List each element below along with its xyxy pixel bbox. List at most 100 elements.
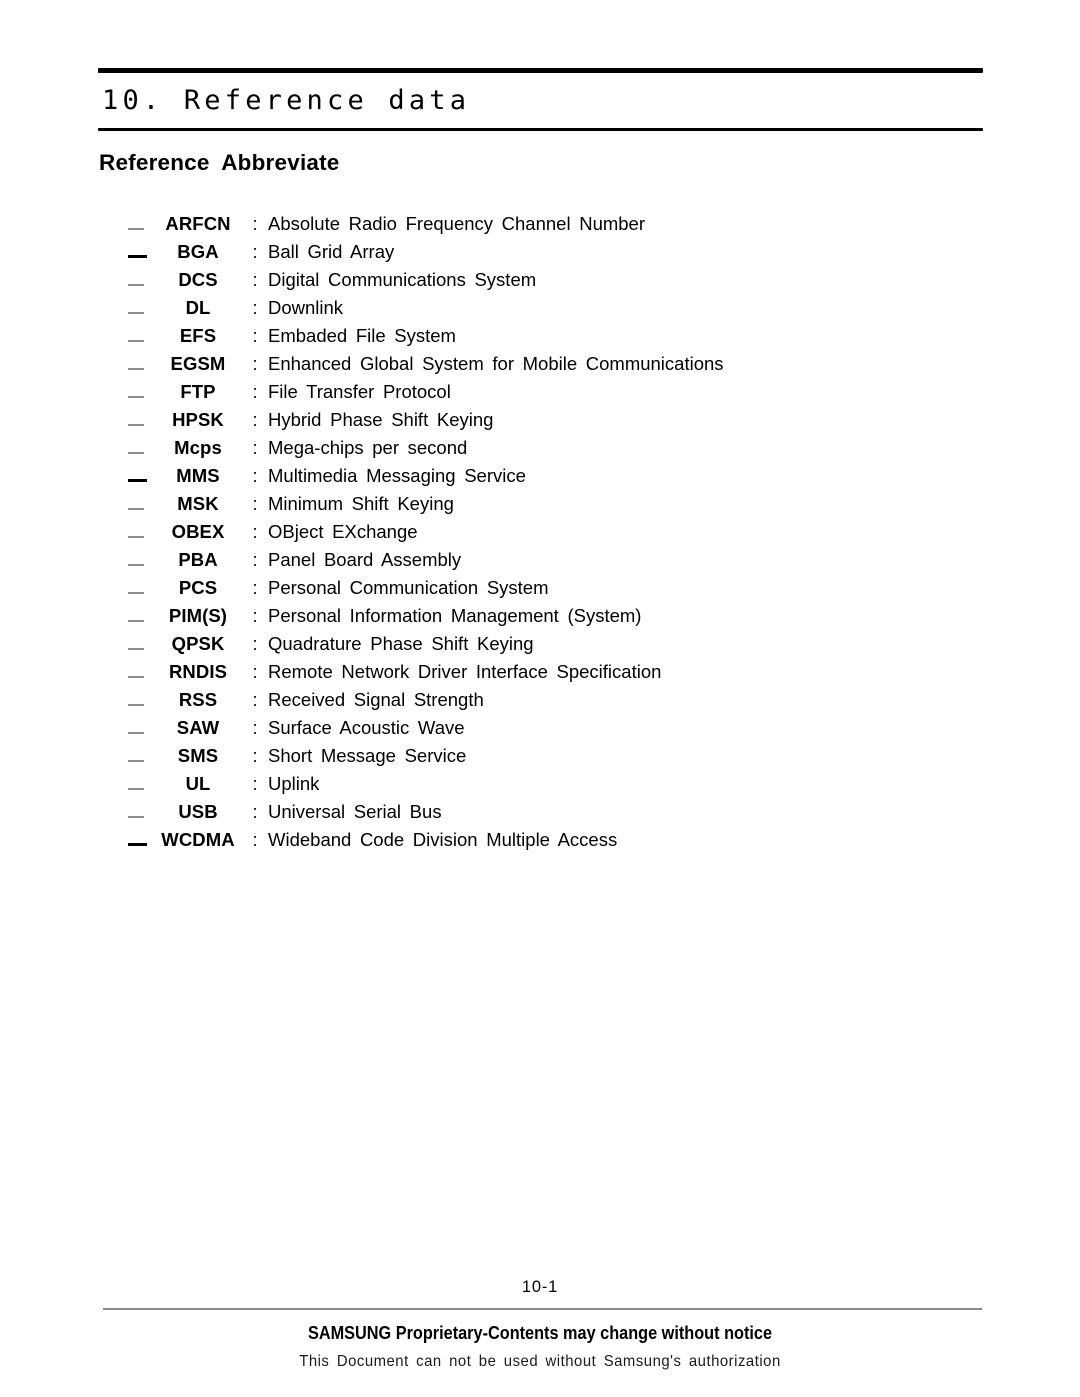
bullet-emdash-icon — [128, 467, 150, 482]
abbreviation-row: RNDIS: Remote Network Driver Interface Sp… — [128, 658, 988, 686]
abbreviation-row: USB: Universal Serial Bus — [128, 798, 988, 826]
abbreviation-separator: : — [252, 494, 258, 514]
bullet-dash-icon — [128, 411, 150, 426]
abbreviation-row: OBEX: OBject EXchange — [128, 518, 988, 546]
abbreviation-definition: Surface Acoustic Wave — [268, 717, 465, 738]
abbreviation-definition: Minimum Shift Keying — [268, 493, 454, 514]
abbreviation-term-cell: UL — [150, 770, 246, 798]
abbreviation-term-cell: RSS — [150, 686, 246, 714]
abbreviation-term: OBEX — [171, 521, 225, 542]
abbreviation-separator: : — [252, 214, 258, 234]
abbreviation-term-cell: OBEX — [150, 518, 246, 546]
bullet-dash-icon — [128, 663, 150, 678]
abbreviation-definition: Hybrid Phase Shift Keying — [268, 409, 494, 430]
abbreviation-term-cell: MSK — [150, 490, 246, 518]
bullet-dash-icon — [128, 775, 150, 790]
abbreviation-definition: Universal Serial Bus — [268, 801, 442, 822]
abbreviation-definition: Short Message Service — [268, 745, 467, 766]
abbreviation-term-cell: PBA — [150, 546, 246, 574]
abbreviation-term: RNDIS — [168, 661, 228, 682]
bullet-dash-icon — [128, 691, 150, 706]
abbreviation-definition: Personal Communication System — [268, 577, 549, 598]
abbreviation-term-cell: BGA — [150, 238, 246, 266]
abbreviation-separator: : — [252, 802, 258, 822]
abbreviation-term: WCDMA — [161, 829, 235, 850]
abbreviation-row: QPSK: Quadrature Phase Shift Keying — [128, 630, 988, 658]
abbreviation-row: EFS: Embaded File System — [128, 322, 988, 350]
abbreviation-term-cell: SAW — [150, 714, 246, 742]
abbreviation-definition: Enhanced Global System for Mobile Commun… — [268, 353, 724, 374]
bullet-dash-icon — [128, 439, 150, 454]
abbreviation-separator: : — [252, 466, 258, 486]
bullet-emdash-icon — [128, 243, 150, 258]
abbreviation-row: DCS: Digital Communications System — [128, 266, 988, 294]
abbreviation-term-cell: PIM(S) — [150, 602, 246, 630]
abbreviation-separator: : — [252, 298, 258, 318]
abbreviation-separator: : — [252, 550, 258, 570]
abbreviation-row: PCS: Personal Communication System — [128, 574, 988, 602]
abbreviation-term-cell: RNDIS — [150, 658, 246, 686]
footer-notice: SAMSUNG Proprietary-Contents may change … — [307, 1321, 773, 1343]
abbreviation-term: UL — [185, 773, 211, 794]
abbreviation-term: MSK — [177, 493, 219, 514]
bullet-dash-icon — [128, 327, 150, 342]
abbreviation-separator: : — [252, 410, 258, 430]
section-heading: Reference Abbreviate — [99, 150, 340, 175]
abbreviation-row: DL: Downlink — [128, 294, 988, 322]
abbreviation-term: PBA — [178, 549, 218, 570]
abbreviation-separator: : — [252, 690, 258, 710]
abbreviation-definition: Panel Board Assembly — [268, 549, 462, 570]
page-number: 10-1 — [521, 1278, 559, 1296]
abbreviation-row: SAW: Surface Acoustic Wave — [128, 714, 988, 742]
abbreviation-definition: Personal Information Management (System) — [268, 605, 642, 626]
abbreviation-term-cell: Mcps — [150, 434, 246, 462]
header-rule-bottom — [98, 127, 983, 131]
abbreviation-definition: Mega-chips per second — [268, 437, 468, 458]
bullet-dash-icon — [128, 355, 150, 370]
abbreviation-list: ARFCN: Absolute Radio Frequency Channel N… — [128, 210, 988, 854]
abbreviation-row: MSK: Minimum Shift Keying — [128, 490, 988, 518]
abbreviation-term: SMS — [177, 745, 219, 766]
abbreviation-term-cell: DL — [150, 294, 246, 322]
abbreviation-definition: OBject EXchange — [268, 521, 418, 542]
abbreviation-term-cell: SMS — [150, 742, 246, 770]
abbreviation-separator: : — [252, 270, 258, 290]
abbreviation-definition: Ball Grid Array — [268, 241, 395, 262]
abbreviation-term: FTP — [180, 381, 216, 402]
abbreviation-definition: Uplink — [268, 773, 320, 794]
abbreviation-definition: Downlink — [268, 297, 344, 318]
abbreviation-definition: Digital Communications System — [268, 269, 537, 290]
abbreviation-separator: : — [252, 578, 258, 598]
abbreviation-term: DCS — [178, 269, 218, 290]
bullet-dash-icon — [128, 607, 150, 622]
abbreviation-separator: : — [252, 634, 258, 654]
abbreviation-row: PBA: Panel Board Assembly — [128, 546, 988, 574]
footer-rule — [103, 1308, 982, 1310]
bullet-emdash-icon — [128, 831, 150, 846]
bullet-dash-icon — [128, 383, 150, 398]
abbreviation-separator: : — [252, 774, 258, 794]
bullet-dash-icon — [128, 747, 150, 762]
abbreviation-term-cell: DCS — [150, 266, 246, 294]
bullet-dash-icon — [128, 635, 150, 650]
abbreviation-separator: : — [252, 746, 258, 766]
abbreviation-separator: : — [252, 354, 258, 374]
abbreviation-separator: : — [252, 326, 258, 346]
abbreviation-term: PCS — [178, 577, 218, 598]
document-page: 10. Reference data Reference Abbreviate … — [0, 0, 1080, 1397]
abbreviation-separator: : — [252, 662, 258, 682]
abbreviation-term: RSS — [178, 689, 218, 710]
abbreviation-row: Mcps: Mega-chips per second — [128, 434, 988, 462]
bullet-dash-icon — [128, 579, 150, 594]
abbreviation-term: ARFCN — [165, 213, 231, 234]
abbreviation-term: MMS — [176, 465, 220, 486]
abbreviation-term: Mcps — [174, 437, 222, 458]
abbreviation-term-cell: ARFCN — [150, 210, 246, 238]
abbreviation-term: EFS — [179, 325, 217, 346]
abbreviation-definition: Absolute Radio Frequency Channel Number — [268, 213, 646, 234]
abbreviation-separator: : — [252, 438, 258, 458]
bullet-dash-icon — [128, 551, 150, 566]
abbreviation-separator: : — [252, 606, 258, 626]
bullet-dash-icon — [128, 719, 150, 734]
abbreviation-term-cell: EFS — [150, 322, 246, 350]
